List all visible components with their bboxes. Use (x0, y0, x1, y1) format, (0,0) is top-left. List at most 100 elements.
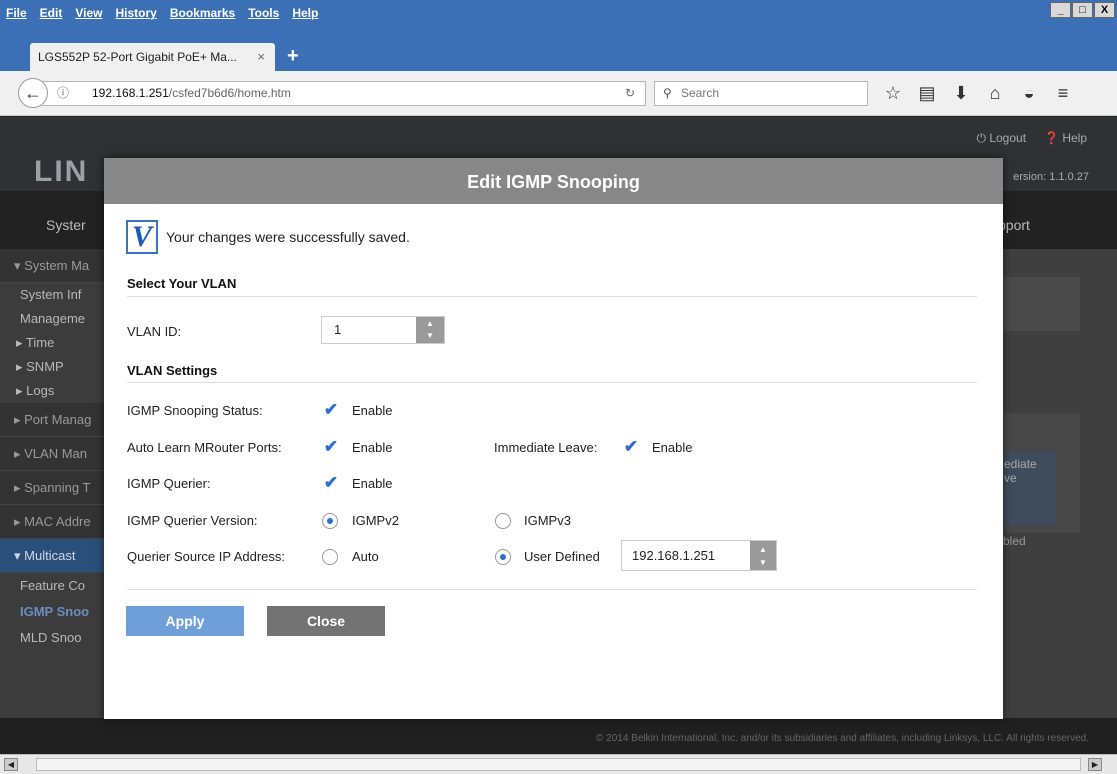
home-icon[interactable]: ⌂ (978, 80, 1012, 106)
search-icon: ⚲ (663, 86, 672, 100)
sidebar-label: Time (25, 335, 55, 350)
back-button[interactable]: ← (18, 78, 48, 108)
menu-list: File Edit View History Bookmarks Tools H… (6, 6, 318, 20)
pocket-icon[interactable]: ◒ (1012, 80, 1046, 106)
menu-edit[interactable]: Edit (40, 6, 63, 20)
reading-list-icon[interactable]: ▤ (910, 80, 944, 106)
edit-igmp-snooping-dialog: Edit IGMP Snooping V Your changes were s… (104, 158, 1003, 719)
spinner-icon[interactable]: ▲ ▼ (750, 541, 776, 570)
menu-bookmarks[interactable]: Bookmarks (170, 6, 235, 20)
snooping-status-enable-label: Enable (352, 403, 393, 418)
scroll-thumb[interactable] (36, 758, 1081, 771)
menu-icon[interactable]: ≡ (1046, 80, 1080, 106)
menu-history[interactable]: History (115, 6, 156, 20)
select-vlan-heading: Select Your VLAN (127, 276, 237, 291)
apply-button[interactable]: Apply (126, 606, 244, 636)
sidebar-item-feature-config[interactable]: Feature Co (0, 573, 105, 599)
scroll-left-arrow[interactable]: ◀ (4, 758, 18, 771)
tab-bar: LGS552P 52-Port Gigabit PoE+ Ma... × + (0, 38, 1117, 71)
immediate-leave-label: Immediate Leave: (494, 440, 598, 455)
reload-icon[interactable]: ↻ (625, 82, 635, 105)
sidebar-multicast[interactable]: ▾ Multicast (0, 539, 105, 573)
snooping-status-label: IGMP Snooping Status: (127, 403, 263, 418)
querier-checkbox[interactable]: ✔ (322, 474, 340, 492)
navigation-bar: ⓘ 192.168.1.251/csfed7b6d6/home.htm ↻ ← … (0, 71, 1117, 116)
info-icon[interactable]: ⓘ (57, 82, 69, 105)
sidebar-spanning-tree[interactable]: ▸ Spanning T (0, 471, 105, 505)
querier-version-label: IGMP Querier Version: (127, 513, 258, 528)
content-table: ediate ve (1000, 413, 1080, 533)
divider (127, 296, 977, 297)
window-controls: _ □ X (1050, 2, 1115, 18)
table-header-line-2: ve (1004, 471, 1017, 485)
igmpv2-label: IGMPv2 (352, 513, 399, 528)
auto-radio[interactable] (322, 549, 338, 565)
logout-label: Logout (989, 131, 1027, 145)
auto-label: Auto (352, 549, 379, 564)
vlan-id-select[interactable]: 1 ▲ ▼ (321, 316, 445, 344)
immediate-leave-checkbox[interactable]: ✔ (622, 438, 640, 456)
help-link[interactable]: ❓ Help (1044, 131, 1087, 146)
new-tab-button[interactable]: + (287, 45, 299, 68)
horizontal-scrollbar[interactable]: ◀ ▶ (0, 754, 1117, 774)
sidebar-label: System Ma (24, 258, 90, 273)
scroll-right-arrow[interactable]: ▶ (1088, 758, 1102, 771)
sidebar-label: MAC Addre (24, 514, 91, 529)
sidebar-item-system-info[interactable]: System Inf (0, 283, 105, 307)
menu-help[interactable]: Help (292, 6, 318, 20)
menu-bar: File Edit View History Bookmarks Tools H… (0, 0, 1117, 38)
sidebar-item-snmp[interactable]: ▸ SNMP (0, 355, 105, 379)
auto-learn-label: Auto Learn MRouter Ports: (127, 440, 282, 455)
menu-file[interactable]: File (6, 6, 27, 20)
sidebar: ▾ System Ma System Inf Manageme ▸ Time ▸… (0, 249, 105, 754)
close-window-button[interactable]: X (1094, 2, 1115, 18)
user-defined-radio[interactable] (495, 549, 511, 565)
vlan-id-value: 1 (334, 322, 342, 337)
bookmark-star-icon[interactable]: ☆ (876, 80, 910, 106)
querier-enable-label: Enable (352, 476, 393, 491)
divider (127, 382, 977, 383)
auto-learn-checkbox[interactable]: ✔ (322, 438, 340, 456)
minimize-button[interactable]: _ (1050, 2, 1071, 18)
downloads-icon[interactable]: ⬇ (944, 80, 978, 106)
success-message: Your changes were successfully saved. (166, 229, 410, 245)
menu-tools[interactable]: Tools (248, 6, 279, 20)
sidebar-system-management[interactable]: ▾ System Ma (0, 249, 105, 283)
sidebar-label: Multicast (24, 548, 76, 563)
content-panel (1000, 277, 1080, 331)
sidebar-item-management[interactable]: Manageme (0, 307, 105, 331)
maximize-button[interactable]: □ (1072, 2, 1093, 18)
snooping-status-checkbox[interactable]: ✔ (322, 401, 340, 419)
tab-title: LGS552P 52-Port Gigabit PoE+ Ma... (38, 50, 237, 64)
sidebar-item-igmp-snooping[interactable]: IGMP Snoo (0, 599, 105, 625)
source-ip-input[interactable]: 192.168.1.251 ▲ ▼ (621, 540, 777, 571)
sidebar-item-time[interactable]: ▸ Time (0, 331, 105, 355)
sidebar-port-management[interactable]: ▸ Port Manag (0, 403, 105, 437)
nav-system[interactable]: Syster (46, 217, 86, 233)
divider (127, 589, 977, 590)
source-ip-label: Querier Source IP Address: (127, 549, 286, 564)
sidebar-label: SNMP (26, 359, 64, 374)
querier-label: IGMP Querier: (127, 476, 211, 491)
igmpv3-radio[interactable] (495, 513, 511, 529)
help-label: Help (1062, 131, 1087, 145)
browser-tab[interactable]: LGS552P 52-Port Gigabit PoE+ Ma... × (30, 43, 275, 71)
tab-close-icon[interactable]: × (257, 43, 265, 71)
url-path: /csfed7b6d6/home.htm (168, 86, 291, 100)
menu-view[interactable]: View (75, 6, 102, 20)
igmpv2-radio[interactable] (322, 513, 338, 529)
close-button[interactable]: Close (267, 606, 385, 636)
firmware-version: ersion: 1.1.0.27 (1013, 171, 1089, 183)
success-check-icon: V (126, 220, 158, 254)
dialog-title: Edit IGMP Snooping (104, 158, 1003, 204)
top-links: ⏻ Logout ❓ Help (977, 131, 1088, 146)
sidebar-vlan-management[interactable]: ▸ VLAN Man (0, 437, 105, 471)
spinner-icon[interactable]: ▲ ▼ (416, 317, 444, 343)
logout-link[interactable]: ⏻ Logout (977, 131, 1027, 146)
sidebar-item-mld-snooping[interactable]: MLD Snoo (0, 625, 105, 651)
sidebar-item-logs[interactable]: ▸ Logs (0, 379, 105, 403)
url-bar[interactable]: ⓘ 192.168.1.251/csfed7b6d6/home.htm ↻ (42, 81, 646, 106)
sidebar-mac-address[interactable]: ▸ MAC Addre (0, 505, 105, 539)
sidebar-label: Port Manag (24, 412, 92, 427)
search-input[interactable]: ⚲ Search (654, 81, 868, 106)
